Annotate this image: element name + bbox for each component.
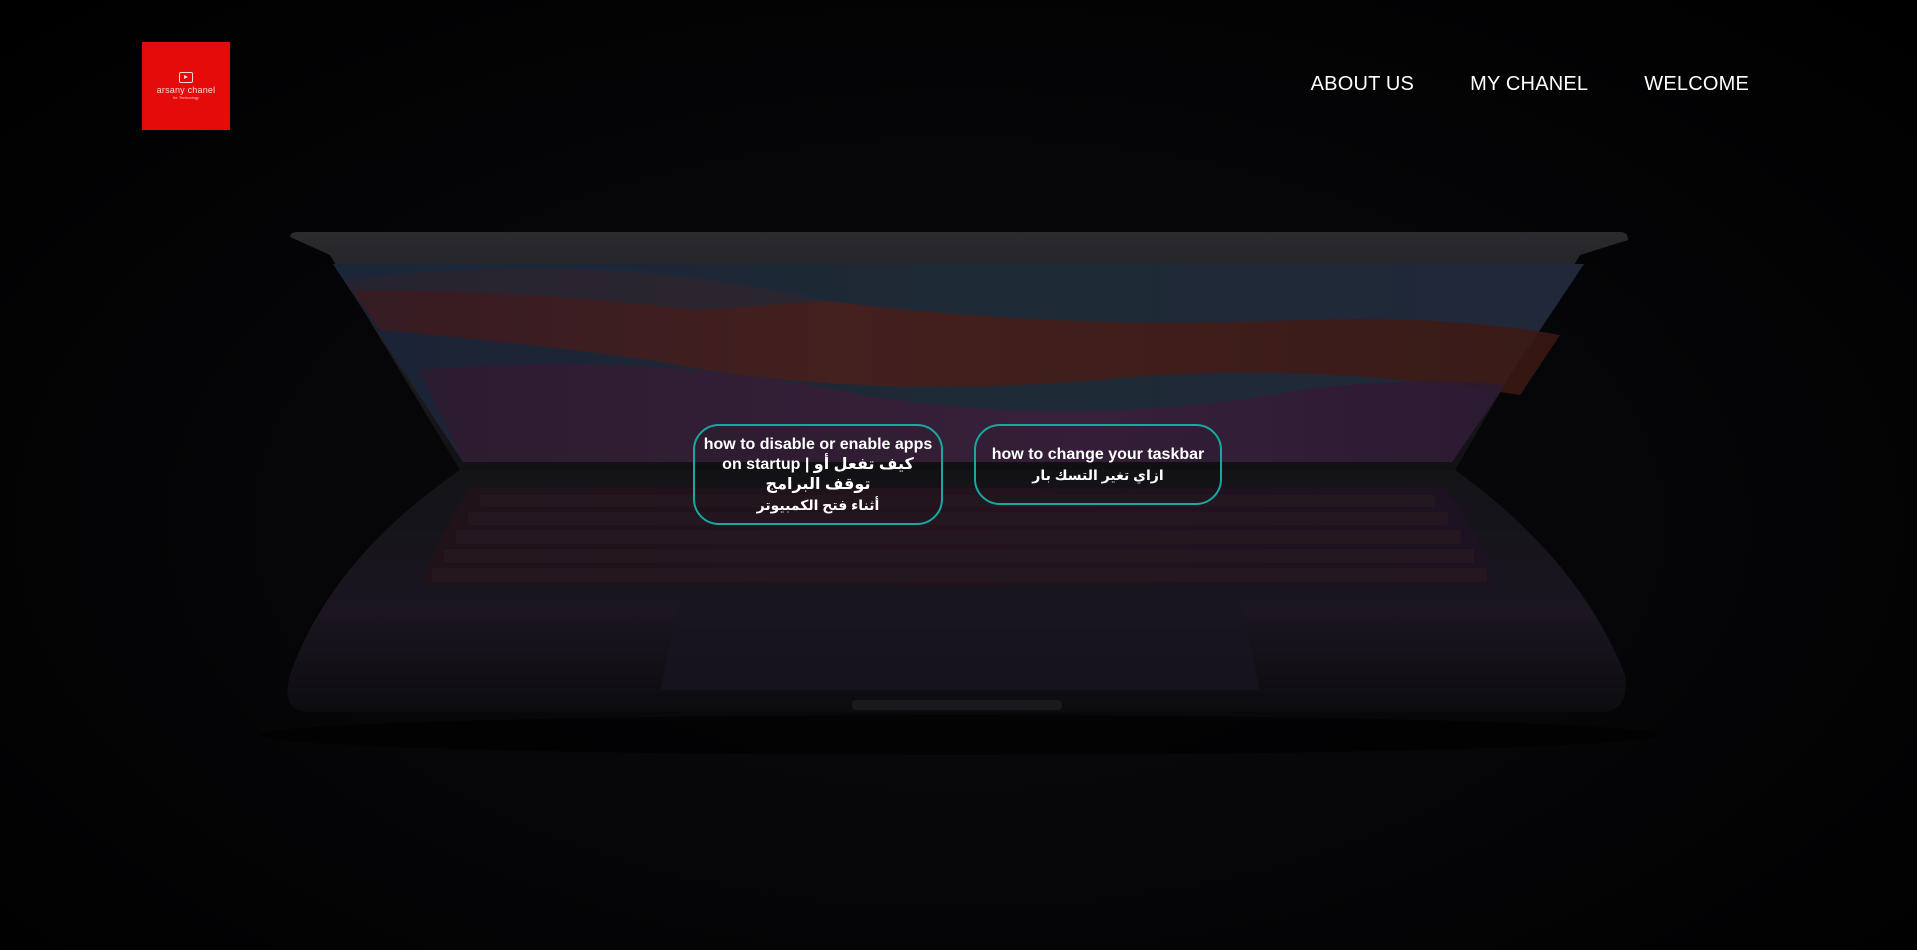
video-card-title-line: ازاي تغير التسك بار [1032,466,1164,483]
logo-title: arsany chanel [156,84,216,95]
video-card-title-line: أثناء فتح الكمبيوتر [756,496,880,513]
nav-my-chanel-link[interactable]: MY CHANEL [1470,73,1588,96]
logo-tagline: for Technology [172,94,200,100]
page: arsany chanel for Technology ABOUT US MY… [0,0,1917,950]
nav-about-us-link[interactable]: ABOUT US [1311,73,1414,96]
video-card-title-line: on startup | كيف تفعل أو توقف البرامج [722,455,914,493]
youtube-play-icon [179,71,193,83]
video-card-title: how to disable or enable apps on startup… [698,435,938,515]
channel-logo[interactable]: arsany chanel for Technology [142,42,230,130]
nav-welcome-link[interactable]: WELCOME [1644,73,1749,96]
video-card-title: how to change your taskbar ازاي تغير الت… [992,445,1204,485]
main-nav: ABOUT US MY CHANEL WELCOME [1311,73,1749,96]
video-card-taskbar[interactable]: how to change your taskbar ازاي تغير الت… [974,424,1222,505]
video-card-startup-apps[interactable]: how to disable or enable apps on startup… [693,424,943,525]
video-card-title-line: how to disable or enable apps [703,435,933,453]
video-card-title-line: how to change your taskbar [991,445,1205,463]
laptop-background-image [258,232,1658,755]
